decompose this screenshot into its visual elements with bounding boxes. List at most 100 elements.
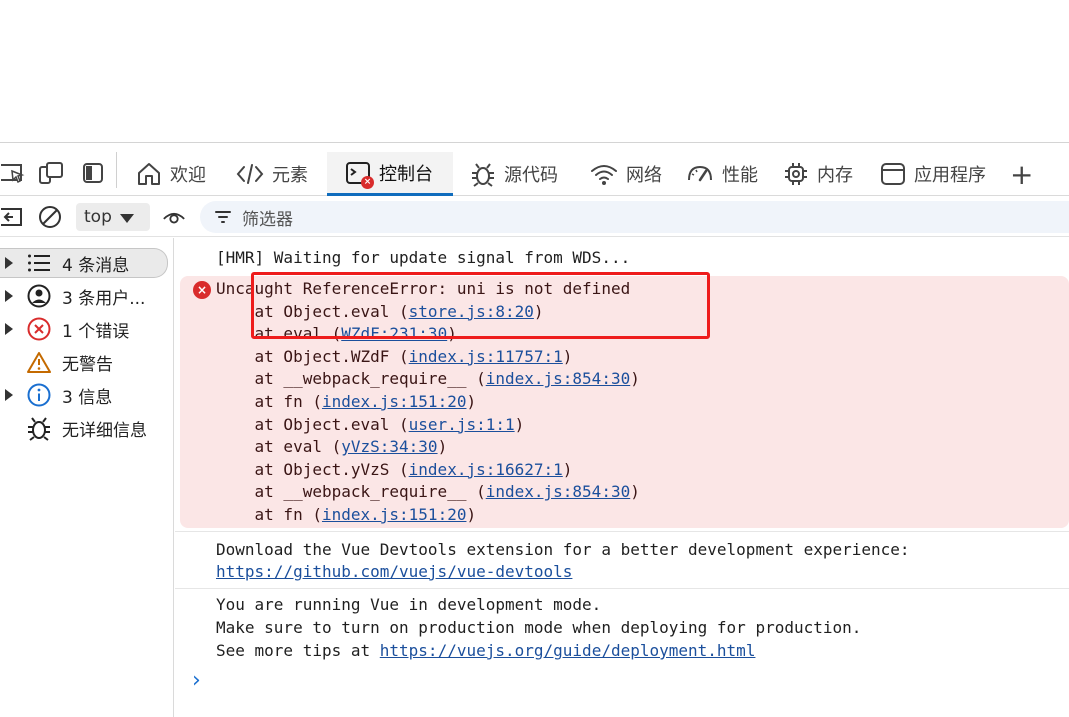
code-icon xyxy=(236,164,264,184)
tab-label: 欢迎 xyxy=(170,165,206,186)
list-icon xyxy=(26,250,52,276)
tab-application[interactable]: 应用程序 xyxy=(880,152,986,196)
tab-console[interactable]: × 控制台 xyxy=(327,152,453,196)
stack-frame: at Object.WZdF (index.js:11757:1) xyxy=(216,346,573,369)
expand-arrow-icon[interactable] xyxy=(5,290,13,302)
stack-frame: at Object.eval (store.js:8:20) xyxy=(216,301,544,324)
frame-text: at eval ( xyxy=(216,324,342,344)
frame-text: at Object.eval ( xyxy=(216,414,409,434)
filter-input[interactable]: 筛选器 xyxy=(200,201,1069,233)
sidebar-item-label: 无警告 xyxy=(62,354,113,375)
stack-frame: at __webpack_require__ (index.js:854:30) xyxy=(216,368,640,391)
tab-label: 内存 xyxy=(817,165,853,186)
stack-frame: at eval (WZdF:231:30) xyxy=(216,323,457,346)
toggle-sidebar-icon[interactable] xyxy=(0,205,24,229)
gauge-icon xyxy=(688,165,712,182)
error-message: Uncaught ReferenceError: uni is not defi… xyxy=(216,279,631,298)
sidebar-item-messages[interactable]: 4 条消息 xyxy=(0,248,168,278)
devtools-link[interactable]: https://github.com/vuejs/vue-devtools xyxy=(216,561,572,583)
add-tab-button[interactable]: + xyxy=(1010,152,1033,196)
tab-label: 元素 xyxy=(272,165,308,186)
bug-icon xyxy=(472,163,494,187)
inspect-element-icon[interactable] xyxy=(0,160,26,186)
frame-text: ) xyxy=(466,392,477,411)
frame-source-link[interactable]: WZdF:231:30 xyxy=(341,324,447,343)
expand-arrow-icon[interactable] xyxy=(5,323,13,335)
live-expression-eye-icon[interactable] xyxy=(162,205,186,229)
sidebar-item-user-messages[interactable]: 3 条用户... xyxy=(0,281,168,311)
error-circle-icon xyxy=(26,316,52,342)
console-prompt[interactable]: › xyxy=(192,670,201,692)
stack-frame: at Object.eval (user.js:1:1) xyxy=(216,414,525,437)
window-icon xyxy=(881,163,905,185)
context-value: top xyxy=(84,207,112,227)
tab-label: 性能 xyxy=(722,165,758,186)
log-divider xyxy=(175,531,1069,532)
frame-text: at Object.WZdF ( xyxy=(216,346,409,366)
frame-source-link[interactable]: index.js:11757:1 xyxy=(409,347,563,366)
sidebar-item-label: 无详细信息 xyxy=(62,420,147,441)
vue-mode-line: See more tips at https://vuejs.org/guide… xyxy=(216,640,755,662)
log-divider xyxy=(175,588,1069,589)
error-icon[interactable]: × xyxy=(193,281,211,299)
warning-icon xyxy=(26,349,52,375)
tab-label: 应用程序 xyxy=(914,165,986,186)
error-badge-icon: × xyxy=(361,175,374,189)
frame-text: ) xyxy=(630,369,640,389)
devtools-tab-bar: 欢迎 元素 × 控制台 源代码 网络 性能 内存 应用程序 + xyxy=(0,144,1069,196)
tab-memory[interactable]: 内存 xyxy=(783,152,853,196)
stack-frame: at fn (index.js:151:20) xyxy=(216,391,477,414)
frame-text: at fn ( xyxy=(216,505,322,524)
expand-arrow-icon[interactable] xyxy=(5,257,13,269)
frame-source-link[interactable]: user.js:1:1 xyxy=(409,415,515,434)
frame-text: at Object.eval ( xyxy=(216,301,409,321)
filter-icon xyxy=(215,211,231,223)
frame-source-link[interactable]: index.js:16627:1 xyxy=(409,460,563,479)
expand-arrow-icon[interactable] xyxy=(5,389,13,401)
tab-performance[interactable]: 性能 xyxy=(686,152,758,196)
frame-text: ) xyxy=(630,482,640,502)
sidebar-item-verbose[interactable]: 无详细信息 xyxy=(0,413,168,443)
page-viewport xyxy=(0,0,1069,143)
console-sidebar: 4 条消息 3 条用户... 1 个错误 无警告 3 信息 无详细信息 xyxy=(0,238,174,717)
vue-mode-line: Make sure to turn on production mode whe… xyxy=(216,618,862,637)
toolbar-separator xyxy=(116,152,117,188)
device-emulation-icon[interactable] xyxy=(38,160,64,186)
frame-text: ) xyxy=(437,437,448,457)
frame-source-link[interactable]: index.js:151:20 xyxy=(322,505,467,524)
frame-source-link[interactable]: index.js:854:30 xyxy=(486,482,631,501)
frame-source-link[interactable]: yVzS:34:30 xyxy=(341,437,437,456)
frame-source-link[interactable]: store.js:8:20 xyxy=(409,302,534,321)
vue-mode-line: You are running Vue in development mode. xyxy=(216,595,602,614)
frame-text: ) xyxy=(514,414,525,434)
tab-label: 源代码 xyxy=(504,165,558,186)
bug-icon xyxy=(26,415,52,441)
tab-welcome[interactable]: 欢迎 xyxy=(136,152,206,196)
stack-frame: at Object.yVzS (index.js:16627:1) xyxy=(216,459,573,482)
sidebar-item-warnings[interactable]: 无警告 xyxy=(0,347,168,377)
frame-source-link[interactable]: index.js:854:30 xyxy=(486,369,631,388)
wifi-icon xyxy=(591,165,617,185)
deployment-guide-link[interactable]: https://vuejs.org/guide/deployment.html xyxy=(380,641,756,660)
sidebar-item-label: 3 信息 xyxy=(62,387,113,408)
tab-elements[interactable]: 元素 xyxy=(236,152,308,196)
context-selector[interactable]: top xyxy=(76,203,150,231)
frame-text: at Object.yVzS ( xyxy=(216,459,409,479)
dock-panel-icon[interactable] xyxy=(80,160,106,186)
frame-text: at __webpack_require__ ( xyxy=(216,369,486,389)
sidebar-item-info[interactable]: 3 信息 xyxy=(0,380,168,410)
frame-text: ) xyxy=(466,505,477,524)
frame-text: ) xyxy=(533,301,544,321)
sidebar-item-errors[interactable]: 1 个错误 xyxy=(0,314,168,344)
home-icon xyxy=(138,163,160,185)
sidebar-item-label: 3 条用户... xyxy=(62,288,146,309)
tab-network[interactable]: 网络 xyxy=(590,152,662,196)
clear-console-icon[interactable] xyxy=(38,205,62,229)
tab-sources[interactable]: 源代码 xyxy=(470,152,558,196)
stack-frame: at fn (index.js:151:20) xyxy=(216,504,477,527)
plus-icon: + xyxy=(1010,157,1034,191)
frame-text: ) xyxy=(447,324,457,344)
chip-icon xyxy=(785,163,807,185)
frame-source-link[interactable]: index.js:151:20 xyxy=(322,392,467,411)
console-filter-bar: top 筛选器 xyxy=(0,197,1069,237)
